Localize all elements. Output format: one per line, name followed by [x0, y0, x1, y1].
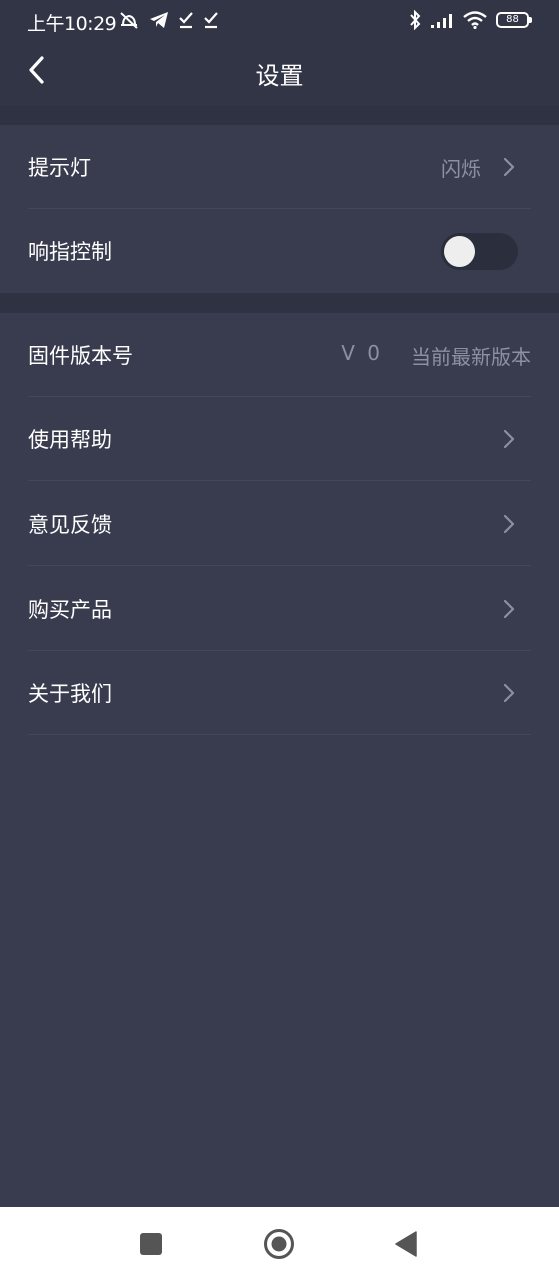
row-value: 闪烁: [441, 157, 481, 181]
wifi-icon: [463, 11, 487, 29]
row-label: 响指控制: [28, 240, 112, 264]
status-bar: 上午10:29 88: [0, 0, 559, 42]
chevron-right-icon: [503, 157, 515, 177]
home-circle-icon: [264, 1229, 294, 1259]
chevron-right-icon: [503, 514, 515, 534]
battery-icon: 88: [496, 12, 532, 28]
check-icon: [204, 12, 218, 29]
row-label: 意见反馈: [28, 513, 112, 537]
settings-section-device: 提示灯 闪烁 响指控制: [0, 125, 559, 293]
section-divider: [0, 293, 559, 313]
row-label: 提示灯: [28, 156, 91, 180]
chevron-right-icon: [503, 683, 515, 703]
section-divider: [0, 106, 559, 125]
settings-section-general: 固件版本号 V 0 当前最新版本 使用帮助 意见反馈 购买产品 关于我们: [0, 313, 559, 737]
signal-icon: [431, 14, 452, 28]
row-buy-product[interactable]: 购买产品: [28, 567, 531, 651]
telegram-icon: [150, 12, 168, 28]
bluetooth-icon: [410, 10, 421, 30]
firmware-status: 当前最新版本: [411, 345, 531, 369]
chevron-right-icon: [503, 429, 515, 449]
status-time: 上午10:29: [27, 13, 117, 35]
row-snap-control: 响指控制: [28, 209, 531, 293]
row-firmware-version: 固件版本号 V 0 当前最新版本: [28, 313, 531, 397]
app-header: 设置: [0, 42, 559, 106]
recents-square-icon: [140, 1233, 162, 1255]
page-title: 设置: [255, 62, 304, 90]
home-button[interactable]: [262, 1227, 296, 1261]
snap-control-toggle[interactable]: [441, 233, 518, 270]
back-nav-button[interactable]: [389, 1227, 423, 1261]
row-about-us[interactable]: 关于我们: [28, 651, 531, 735]
row-feedback[interactable]: 意见反馈: [28, 482, 531, 566]
status-left-icons: [118, 10, 219, 30]
chevron-right-icon: [503, 599, 515, 619]
alarm-off-icon: [120, 12, 138, 29]
firmware-version-value: V 0: [341, 341, 383, 365]
row-indicator-light[interactable]: 提示灯 闪烁: [28, 125, 531, 209]
back-triangle-icon: [395, 1231, 417, 1257]
row-label: 固件版本号: [28, 344, 133, 368]
row-help[interactable]: 使用帮助: [28, 397, 531, 481]
row-label: 关于我们: [28, 682, 112, 706]
check-icon: [179, 12, 193, 29]
row-label: 购买产品: [28, 598, 112, 622]
system-nav-bar: [0, 1207, 559, 1280]
status-right-icons: 88: [409, 10, 532, 30]
toggle-knob: [444, 236, 475, 267]
settings-screen: 上午10:29 88 设置 提示灯 闪烁 响指控制 固件版本号 V 0 当前最新…: [0, 0, 559, 1280]
recents-button[interactable]: [134, 1227, 168, 1261]
row-label: 使用帮助: [28, 428, 112, 452]
